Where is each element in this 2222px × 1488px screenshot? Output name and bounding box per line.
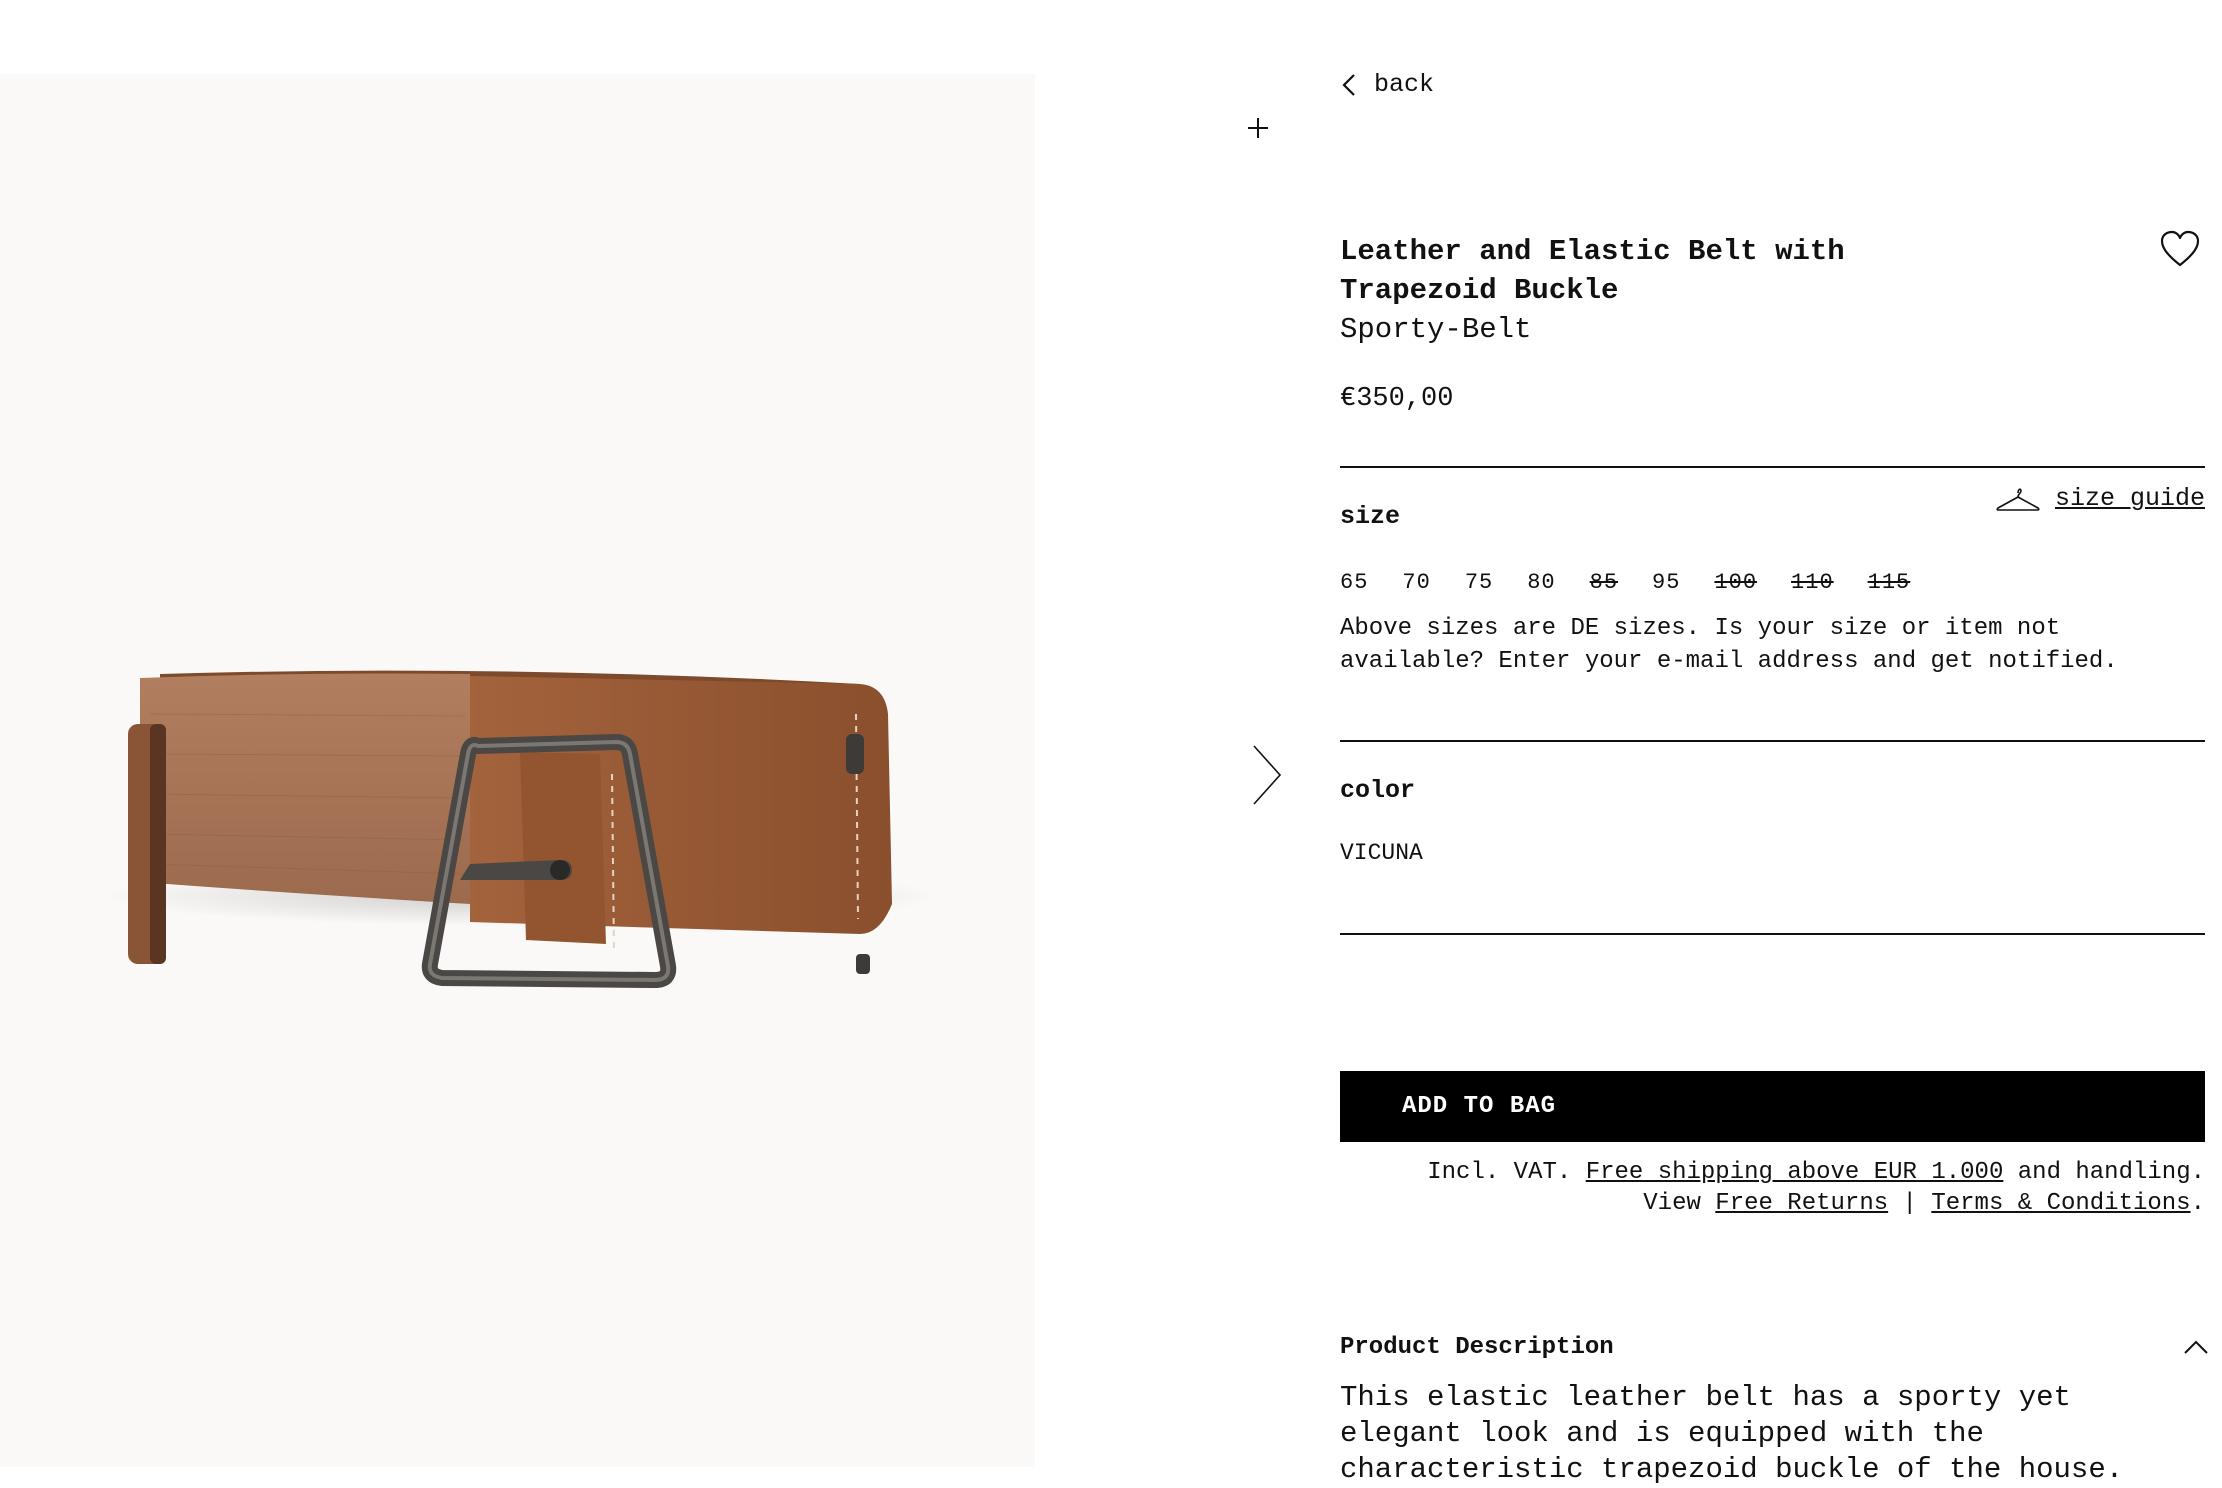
back-link[interactable]: back (1340, 70, 1434, 99)
product-page: back Leather and Elastic Belt with Trape… (0, 0, 2222, 1488)
color-value: VICUNA (1340, 840, 1423, 866)
size-option-100[interactable]: 100 (1714, 570, 1757, 595)
free-returns-link[interactable]: Free Returns (1715, 1190, 1888, 1217)
size-option-85[interactable]: 85 (1590, 570, 1618, 595)
shipping-suffix: and handling. (2003, 1159, 2205, 1186)
size-option-110[interactable]: 110 (1791, 570, 1834, 595)
chevron-right-icon[interactable] (1250, 742, 1284, 808)
divider (1340, 740, 2205, 742)
product-price: €350,00 (1340, 384, 1454, 414)
divider (1340, 933, 2205, 935)
divider (1340, 466, 2205, 468)
size-option-80[interactable]: 80 (1527, 570, 1555, 595)
size-option-75[interactable]: 75 (1465, 570, 1493, 595)
size-option-115[interactable]: 115 (1868, 570, 1911, 595)
size-guide-link[interactable]: size guide (1995, 484, 2205, 513)
size-option-70[interactable]: 70 (1402, 570, 1430, 595)
hanger-icon (1996, 487, 2040, 511)
belt-illustration (100, 670, 940, 988)
plus-icon[interactable] (1244, 114, 1272, 142)
product-info: back Leather and Elastic Belt with Trape… (1340, 0, 2208, 1488)
chevron-up-icon[interactable] (2182, 1338, 2210, 1356)
description-heading[interactable]: Product Description (1340, 1334, 1614, 1361)
shipping-prefix: Incl. VAT. (1427, 1159, 1586, 1186)
link-separator: | (1888, 1190, 1932, 1217)
size-options: 65 70 75 80 85 95 100 110 115 (1340, 570, 1944, 595)
free-shipping-link[interactable]: Free shipping above EUR 1.000 (1586, 1159, 2004, 1186)
heart-icon[interactable] (2160, 230, 2200, 268)
size-note: Above sizes are DE sizes. Is your size o… (1340, 615, 2118, 675)
color-label: color (1340, 776, 1416, 805)
terms-conditions-link[interactable]: Terms & Conditions (1931, 1190, 2190, 1217)
size-option-95[interactable]: 95 (1652, 570, 1680, 595)
description-body: This elastic leather belt has a sporty y… (1340, 1381, 2124, 1486)
shipping-info: Incl. VAT. Free shipping above EUR 1.000… (1340, 1157, 2205, 1219)
product-image[interactable] (0, 74, 1035, 1467)
size-option-65[interactable]: 65 (1340, 570, 1368, 595)
add-to-bag-button[interactable]: ADD TO BAG (1340, 1071, 2205, 1142)
product-subtitle: Sporty-Belt (1340, 313, 1532, 346)
view-label: View (1643, 1190, 1716, 1217)
shipping-end: . (2190, 1190, 2205, 1217)
chevron-left-icon (1342, 73, 1355, 96)
size-guide-label: size guide (2054, 484, 2205, 513)
product-title: Leather and Elastic Belt with Trapezoid … (1340, 235, 1845, 307)
back-label: back (1374, 70, 1435, 99)
size-label: size (1340, 502, 1401, 531)
